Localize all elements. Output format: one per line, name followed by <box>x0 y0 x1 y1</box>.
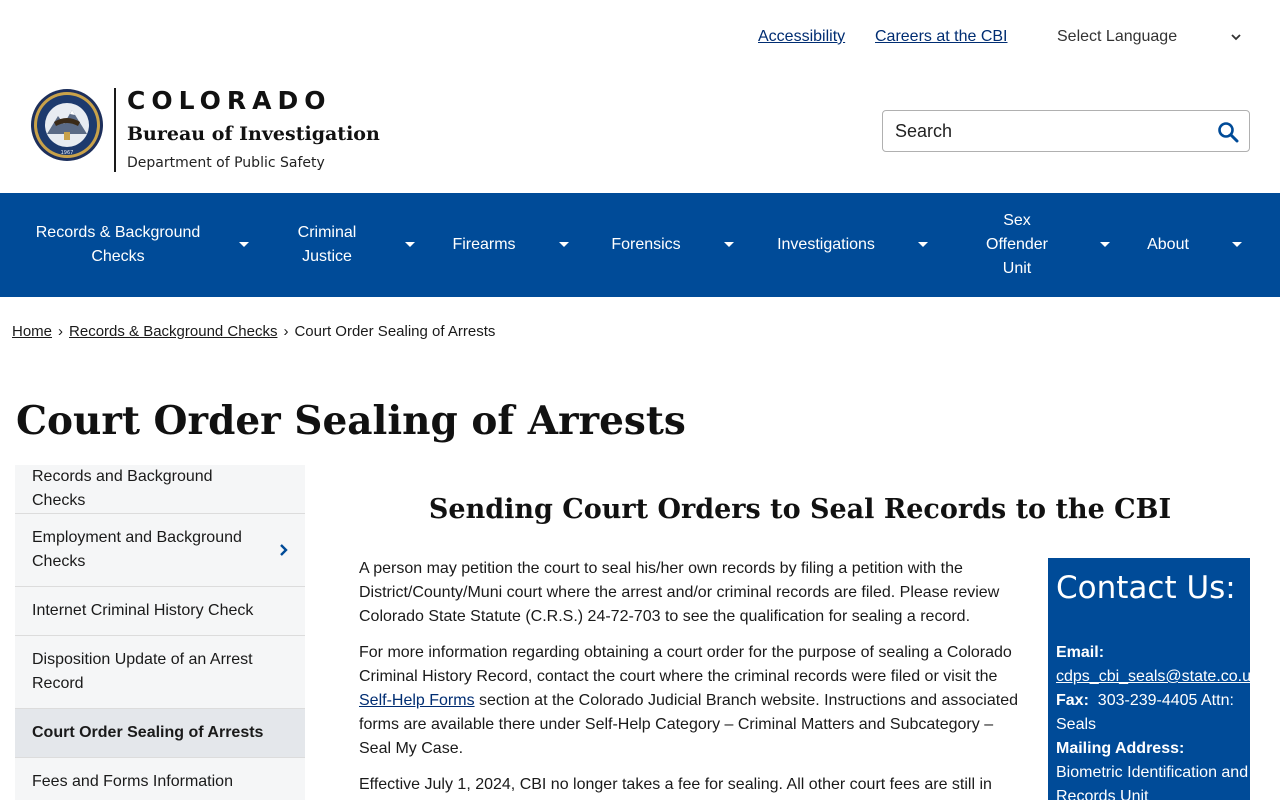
seal-year: 1967 <box>61 150 74 156</box>
sidebar-item-label: Records and Background Checks <box>32 468 213 509</box>
contact-box: Contact Us: Email: cdps_cbi_seals@state.… <box>1048 558 1250 800</box>
utility-bar: Accessibility Careers at the CBI Select … <box>0 0 1280 75</box>
fax-label: Fax: <box>1056 692 1089 709</box>
chevron-down-icon <box>1231 34 1241 41</box>
paragraph-more-info: For more information regarding obtaining… <box>359 641 1019 761</box>
logo-bureau: Bureau of Investigation <box>127 123 380 145</box>
contact-email-link[interactable]: cdps_cbi_seals@state.co.us <box>1056 668 1250 685</box>
language-select[interactable]: Select Language <box>1057 28 1257 48</box>
site-logo[interactable]: 1967 COLORADO Bureau of Investigation De… <box>30 86 380 176</box>
breadcrumb-separator: › <box>283 323 289 340</box>
paragraph-text: For more information regarding obtaining… <box>359 644 1012 685</box>
nav-item-criminal-justice[interactable]: Criminal Justice <box>282 193 372 297</box>
sidebar-item-employment[interactable]: Employment and Background Checks <box>15 514 305 587</box>
caret-down-icon[interactable] <box>238 241 250 249</box>
sidebar-nav: Records and Background Checks Employment… <box>15 465 305 800</box>
search-input[interactable] <box>895 119 1195 143</box>
careers-link[interactable]: Careers at the CBI <box>875 28 1008 46</box>
accessibility-link[interactable]: Accessibility <box>758 28 845 46</box>
language-select-label: Select Language <box>1057 28 1178 45</box>
caret-down-icon[interactable] <box>1099 241 1111 249</box>
search-box <box>882 110 1250 152</box>
caret-down-icon[interactable] <box>404 241 416 249</box>
breadcrumb-separator: › <box>58 323 64 340</box>
sidebar-item-label: Disposition Update of an Arrest Record <box>32 651 253 692</box>
sidebar-item-label: Employment and Background Checks <box>32 529 242 570</box>
caret-down-icon[interactable] <box>558 241 570 249</box>
logo-divider <box>114 88 116 172</box>
contact-title: Contact Us: <box>1056 570 1236 606</box>
logo-department: Department of Public Safety <box>127 155 325 171</box>
mailing-address-label: Mailing Address: <box>1056 740 1185 757</box>
breadcrumb-records[interactable]: Records & Background Checks <box>69 323 277 340</box>
paragraph-fees: Effective July 1, 2024, CBI no longer ta… <box>359 776 992 793</box>
nav-item-about[interactable]: About <box>1138 193 1198 297</box>
caret-down-icon[interactable] <box>723 241 735 249</box>
breadcrumb: Home › Records & Background Checks › Court O… <box>12 323 495 340</box>
sidebar-item-label: Fees and Forms Information <box>32 773 233 790</box>
caret-down-icon[interactable] <box>1231 241 1243 249</box>
page-title: Court Order Sealing of Arrests <box>16 398 686 444</box>
main-nav: Records & Background Checks Criminal Jus… <box>0 193 1280 297</box>
logo-state: COLORADO <box>127 86 332 115</box>
nav-item-investigations[interactable]: Investigations <box>770 193 882 297</box>
nav-item-records[interactable]: Records & Background Checks <box>28 193 208 297</box>
nav-item-sex-offender-unit[interactable]: Sex Offender Unit <box>977 193 1057 297</box>
breadcrumb-current: Court Order Sealing of Arrests <box>294 323 496 340</box>
sidebar-item-label: Internet Criminal History Check <box>32 602 254 619</box>
paragraph-petition: A person may petition the court to seal … <box>359 560 1000 625</box>
sidebar-item-internet-check[interactable]: Internet Criminal History Check <box>15 587 305 636</box>
cbi-seal-icon: 1967 <box>31 89 103 161</box>
breadcrumb-home[interactable]: Home <box>12 323 52 340</box>
sidebar-item-records[interactable]: Records and Background Checks <box>15 465 305 514</box>
caret-down-icon[interactable] <box>917 241 929 249</box>
contact-details: Email: cdps_cbi_seals@state.co.us Fax: 3… <box>1056 641 1250 800</box>
section-heading: Sending Court Orders to Seal Records to … <box>428 494 1172 525</box>
nav-item-firearms[interactable]: Firearms <box>444 193 524 297</box>
sidebar-item-label: Court Order Sealing of Arrests <box>32 724 264 741</box>
sidebar-item-court-order[interactable]: Court Order Sealing of Arrests <box>15 709 305 758</box>
self-help-forms-link[interactable]: Self-Help Forms <box>359 692 475 709</box>
sidebar-item-disposition[interactable]: Disposition Update of an Arrest Record <box>15 636 305 709</box>
sidebar-item-fees-forms[interactable]: Fees and Forms Information <box>15 758 305 800</box>
email-label: Email: <box>1056 644 1105 661</box>
search-icon[interactable] <box>1217 121 1239 143</box>
mailing-address-line: Biometric Identification and Records Uni… <box>1056 764 1249 800</box>
chevron-right-icon[interactable] <box>279 543 289 557</box>
nav-item-forensics[interactable]: Forensics <box>602 193 690 297</box>
